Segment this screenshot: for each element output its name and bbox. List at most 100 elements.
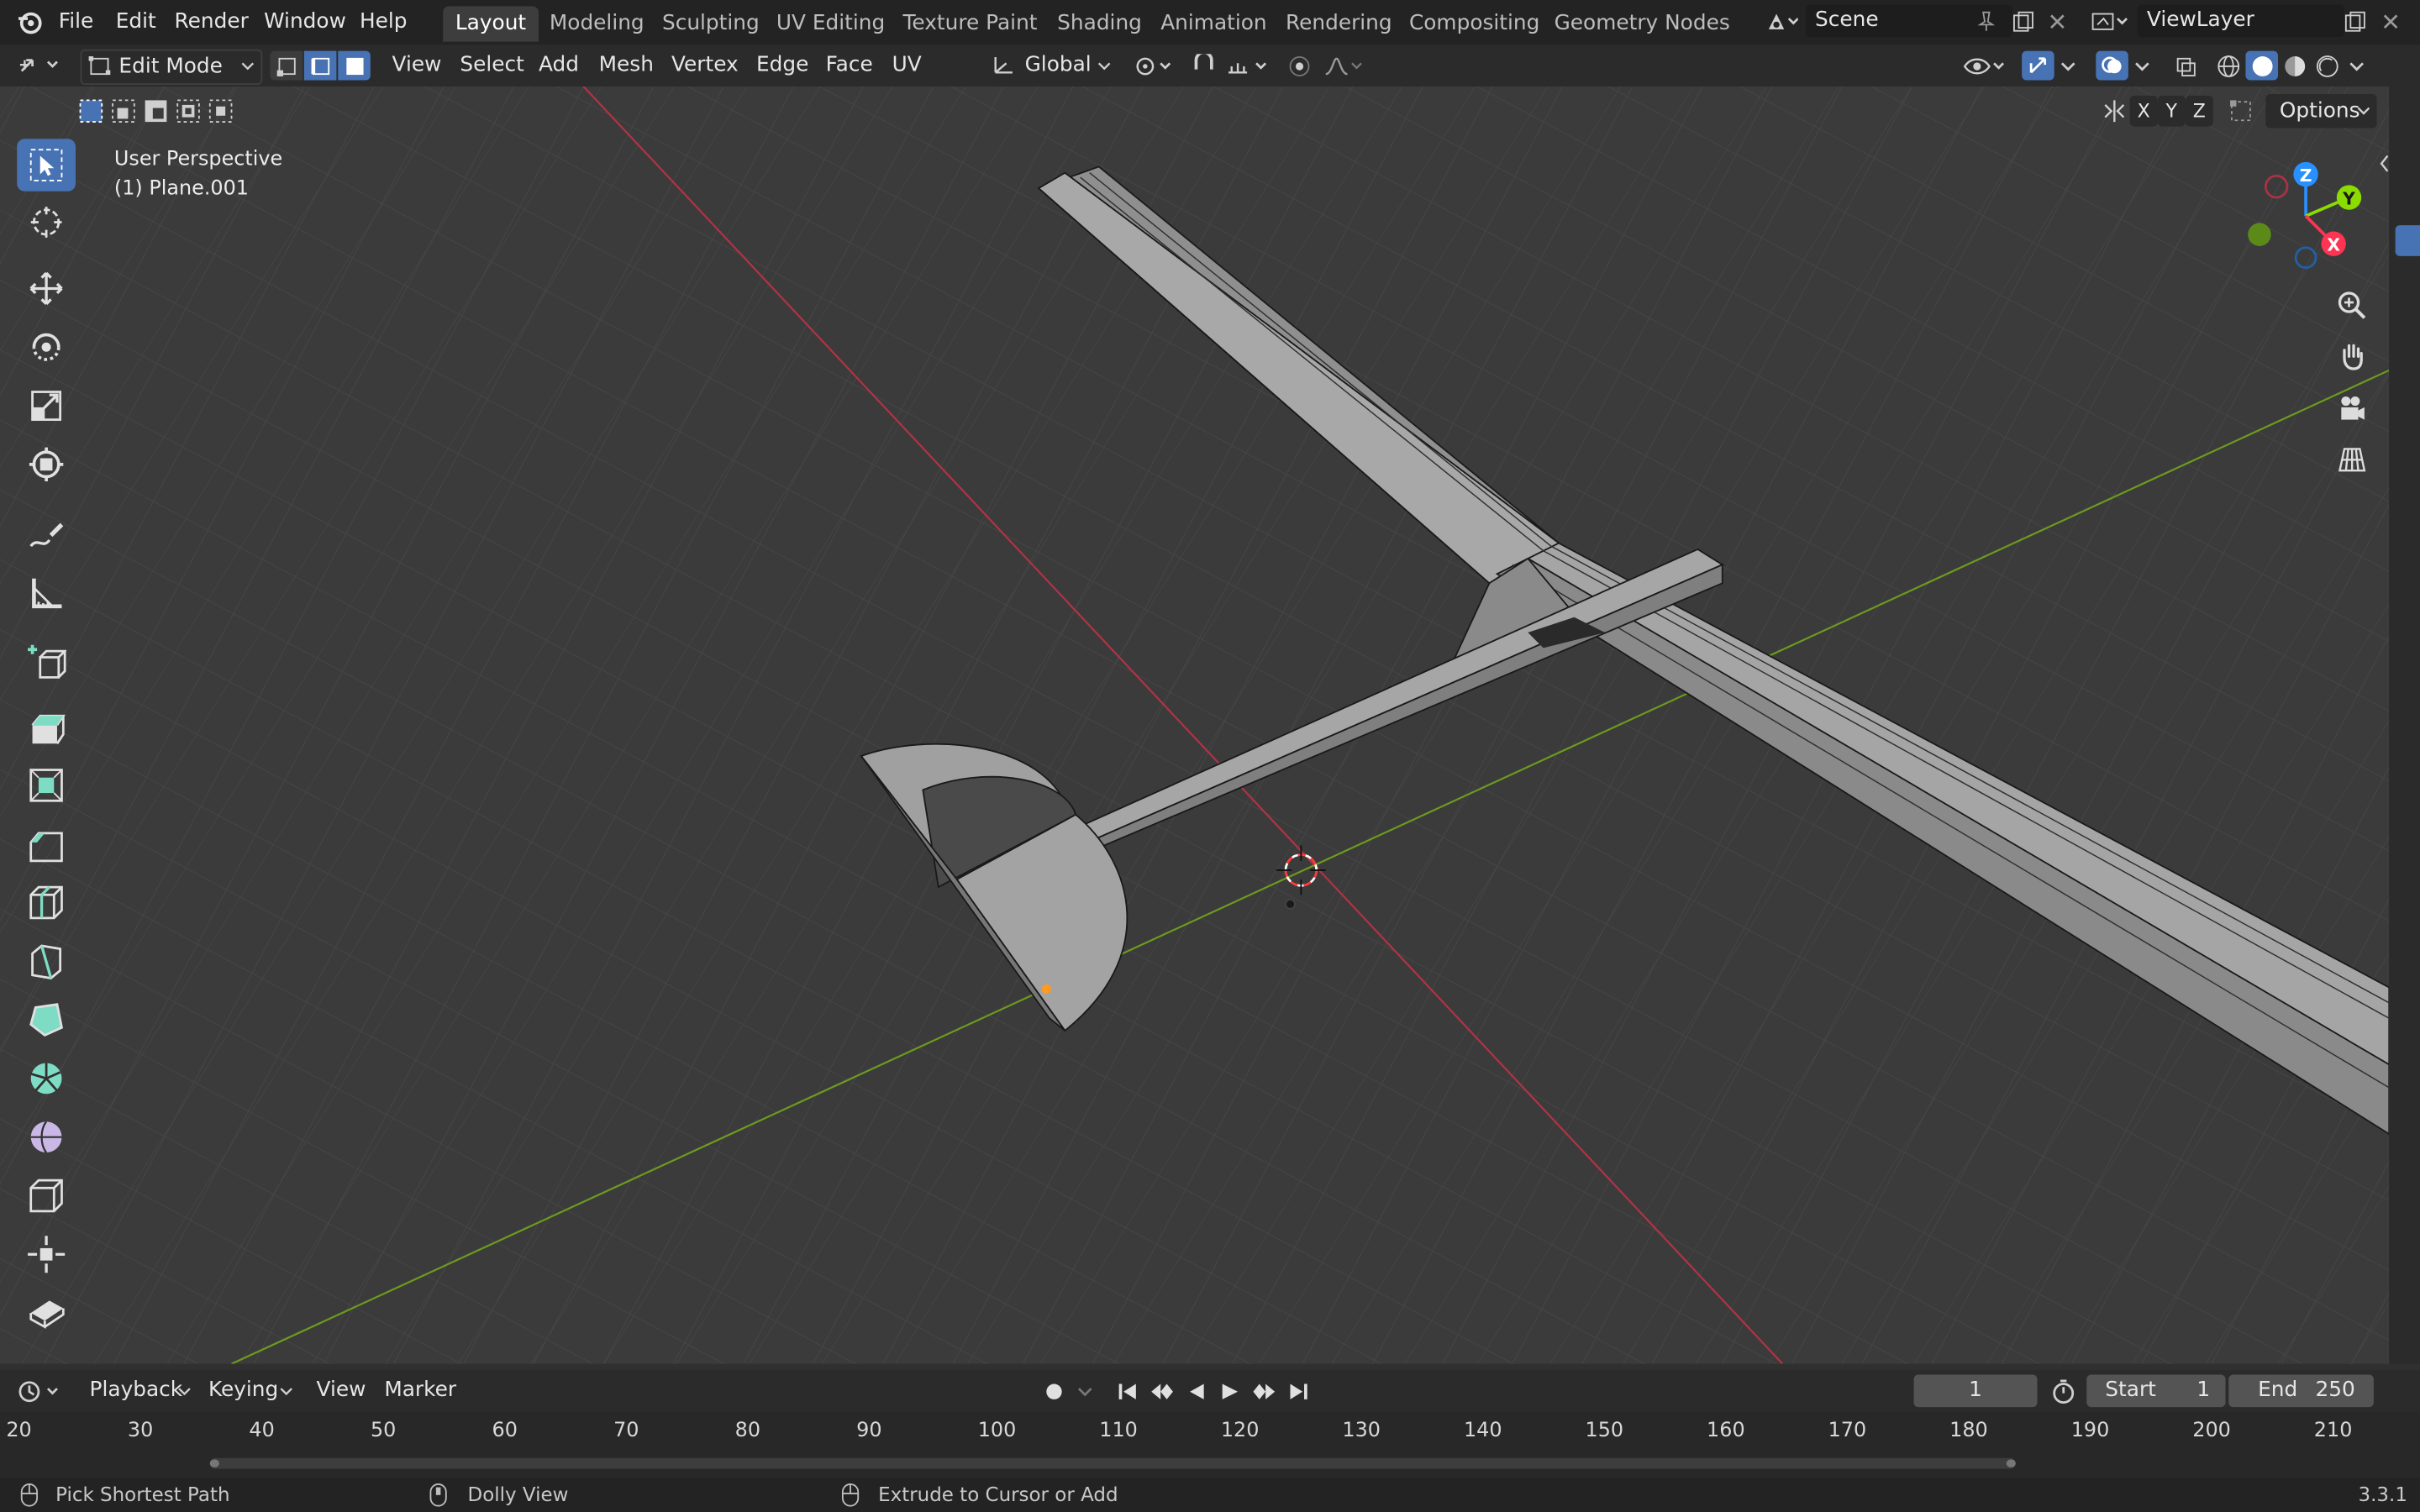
menu-help[interactable]: Help bbox=[360, 9, 408, 34]
scrollbar-handle-right[interactable] bbox=[2006, 1459, 2016, 1467]
close-view-layer-icon[interactable] bbox=[2375, 6, 2407, 37]
snap-toggle-icon[interactable] bbox=[1188, 51, 1219, 82]
scale-tool[interactable] bbox=[17, 380, 76, 432]
snap-target-icon[interactable] bbox=[1224, 51, 1274, 82]
workspace-tab-texture-paint[interactable]: Texture Paint bbox=[891, 6, 1050, 41]
timeline-editor-type-icon[interactable] bbox=[15, 1376, 65, 1407]
new-scene-icon[interactable] bbox=[2008, 6, 2039, 37]
gizmo-dropdown-icon[interactable] bbox=[2056, 51, 2081, 82]
sidebar-collapse-icon[interactable] bbox=[2377, 148, 2390, 179]
menu-edit[interactable]: Edit bbox=[116, 9, 156, 34]
menu-edge[interactable]: Edge bbox=[756, 52, 808, 76]
menu-view[interactable]: View bbox=[392, 52, 442, 76]
play-reverse-icon[interactable] bbox=[1181, 1376, 1212, 1407]
playback-menu[interactable]: Playback bbox=[76, 1374, 197, 1408]
shrink-fatten-tool[interactable] bbox=[17, 1228, 76, 1280]
edge-select-mode-icon[interactable] bbox=[303, 50, 337, 81]
invert-selection-icon[interactable] bbox=[173, 96, 204, 127]
loop-cut-tool[interactable] bbox=[17, 876, 76, 928]
close-scene-icon[interactable] bbox=[2042, 6, 2073, 37]
jump-to-start-icon[interactable] bbox=[1113, 1376, 1144, 1407]
view-layer-icon[interactable] bbox=[2086, 6, 2133, 37]
solid-shading-icon[interactable] bbox=[2245, 50, 2279, 81]
pivot-point-icon[interactable] bbox=[1131, 51, 1177, 82]
knife-tool[interactable] bbox=[17, 935, 76, 987]
spin-tool[interactable] bbox=[17, 1053, 76, 1105]
zoom-view-icon[interactable] bbox=[2332, 286, 2372, 326]
edge-slide-tool[interactable] bbox=[17, 1169, 76, 1221]
menu-file[interactable]: File bbox=[59, 9, 93, 34]
workspace-tab-uv-editing[interactable]: UV Editing bbox=[764, 6, 897, 41]
menu-window[interactable]: Window bbox=[264, 9, 346, 34]
menu-add[interactable]: Add bbox=[539, 52, 579, 76]
gizmo-toggle-icon[interactable] bbox=[2022, 50, 2054, 81]
editor-type-icon[interactable] bbox=[15, 50, 65, 81]
mirror-x-toggle[interactable]: X bbox=[2129, 95, 2158, 127]
timeline-menu-marker[interactable]: Marker bbox=[384, 1378, 456, 1402]
shading-dropdown-icon[interactable] bbox=[2344, 51, 2369, 82]
vertex-select-mode-icon[interactable] bbox=[270, 50, 303, 81]
timeline-menu-view[interactable]: View bbox=[317, 1378, 366, 1402]
workspace-tab-modeling[interactable]: Modeling bbox=[537, 6, 656, 41]
wireframe-shading-icon[interactable] bbox=[2213, 51, 2244, 82]
rendered-shading-icon[interactable] bbox=[2312, 51, 2343, 82]
record-dropdown-icon[interactable] bbox=[1071, 1376, 1099, 1407]
workspace-tab-animation[interactable]: Animation bbox=[1149, 6, 1280, 41]
timeline-scrollbar[interactable] bbox=[209, 1457, 2016, 1469]
workspace-tab-sculpting[interactable]: Sculpting bbox=[650, 6, 771, 41]
scrollbar-handle-left[interactable] bbox=[209, 1459, 219, 1467]
transform-tool[interactable] bbox=[17, 438, 76, 491]
selected-vertex[interactable] bbox=[1041, 984, 1051, 994]
move-tool[interactable] bbox=[17, 262, 76, 314]
menu-mesh[interactable]: Mesh bbox=[599, 52, 654, 76]
keying-menu[interactable]: Keying bbox=[197, 1374, 298, 1408]
jump-to-keyframe-forward-icon[interactable] bbox=[1249, 1376, 1280, 1407]
timeline-area[interactable] bbox=[0, 1411, 2420, 1482]
mirror-options-icon[interactable] bbox=[2099, 96, 2130, 127]
workspace-tab-geometry-nodes[interactable]: Geometry Nodes bbox=[1542, 6, 1743, 41]
3d-viewport[interactable]: User Perspective (1) Plane.001 X Y Z Opt… bbox=[0, 86, 2390, 1364]
menu-render[interactable]: Render bbox=[175, 9, 249, 34]
bevel-tool[interactable] bbox=[17, 817, 76, 869]
jump-to-end-icon[interactable] bbox=[1282, 1376, 1313, 1407]
rotate-tool[interactable] bbox=[17, 321, 76, 373]
face-select-mode-icon[interactable] bbox=[338, 50, 371, 81]
record-keyframe-icon[interactable] bbox=[1037, 1376, 1071, 1408]
intersect-selection-icon[interactable] bbox=[205, 96, 236, 127]
end-frame-field[interactable]: End 250 bbox=[2228, 1374, 2374, 1408]
navigation-gizmo[interactable]: Z Y X bbox=[2238, 155, 2376, 293]
new-selection-icon[interactable] bbox=[76, 96, 107, 127]
select-box-tool[interactable] bbox=[17, 139, 76, 192]
scene-icon[interactable] bbox=[1760, 6, 1802, 37]
menu-select[interactable]: Select bbox=[460, 52, 524, 76]
workspace-tab-rendering[interactable]: Rendering bbox=[1273, 6, 1404, 41]
extrude-region-tool[interactable] bbox=[17, 701, 76, 753]
extend-selection-icon[interactable] bbox=[108, 96, 139, 127]
options-dropdown[interactable]: Options bbox=[2265, 94, 2377, 129]
falloff-icon[interactable] bbox=[1321, 51, 1367, 82]
camera-view-icon[interactable] bbox=[2332, 389, 2372, 429]
view-layer-field[interactable]: ViewLayer bbox=[2137, 4, 2345, 38]
annotate-tool[interactable] bbox=[17, 507, 76, 559]
poly-build-tool[interactable] bbox=[17, 994, 76, 1046]
perspective-toggle-icon[interactable] bbox=[2332, 439, 2372, 480]
overlays-dropdown-icon[interactable] bbox=[2130, 51, 2154, 82]
workspace-tab-shading[interactable]: Shading bbox=[1044, 6, 1154, 41]
stopwatch-icon[interactable] bbox=[2048, 1376, 2079, 1407]
material-shading-icon[interactable] bbox=[2280, 51, 2311, 82]
pan-view-hand-icon[interactable] bbox=[2332, 336, 2372, 376]
inset-faces-tool[interactable] bbox=[17, 759, 76, 811]
mirror-y-toggle[interactable]: Y bbox=[2157, 95, 2186, 127]
mode-selector[interactable]: Edit Mode bbox=[80, 49, 263, 86]
pin-icon[interactable] bbox=[1971, 6, 2002, 37]
xray-toggle-icon[interactable] bbox=[2170, 51, 2201, 82]
mirror-z-toggle[interactable]: Z bbox=[2185, 95, 2213, 127]
auto-merge-icon[interactable] bbox=[2226, 96, 2257, 127]
shear-tool[interactable] bbox=[17, 1287, 76, 1339]
transform-orientation-selector[interactable]: Global bbox=[984, 49, 1118, 82]
menu-face[interactable]: Face bbox=[826, 52, 873, 76]
add-cube-tool[interactable] bbox=[17, 636, 76, 688]
proportional-editing-icon[interactable] bbox=[1284, 51, 1315, 82]
menu-vertex[interactable]: Vertex bbox=[671, 52, 739, 76]
blender-logo-icon[interactable] bbox=[14, 6, 45, 37]
